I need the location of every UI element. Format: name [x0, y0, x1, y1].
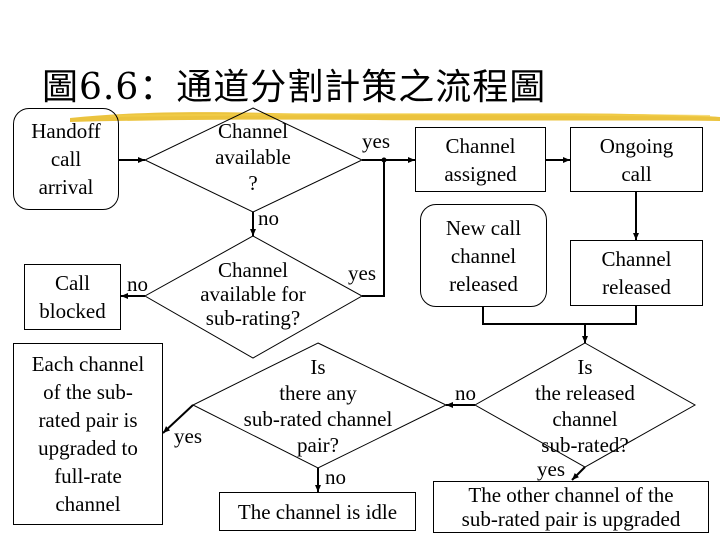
decision-text: Is [577, 355, 593, 379]
decision-text: available for [200, 282, 306, 306]
node-text: Each channel [31, 352, 145, 376]
node-text: released [449, 271, 518, 296]
call-blocked-node: Call blocked [24, 264, 121, 330]
edge-label-subrating-yes: yes [348, 261, 376, 285]
node-text: Call [54, 271, 90, 295]
edge-label-available-yes: yes [362, 129, 390, 153]
edge-label-any-subrated-no: no [325, 465, 346, 489]
decision-text: available [215, 145, 291, 169]
ongoing-call-node: Ongoing call [570, 127, 703, 192]
node-text: channel [55, 492, 121, 516]
node-text: sub-rated pair is upgraded [461, 507, 681, 531]
edge-label-available-no: no [258, 206, 279, 230]
node-text: The other channel of the [468, 483, 674, 507]
decision-text: Is [310, 355, 326, 379]
node-text: Channel [445, 133, 516, 158]
node-text: rated pair is [38, 408, 138, 432]
upgrade-subrated-pair-node: Each channel of the sub- rated pair is u… [13, 343, 163, 525]
node-text: blocked [39, 299, 106, 323]
node-text: Handoff [31, 119, 101, 143]
decision-text: the released [535, 381, 635, 405]
decision-text: pair? [297, 433, 339, 457]
node-text: channel [450, 243, 517, 268]
node-text: arrival [38, 175, 94, 199]
node-text: released [602, 275, 671, 299]
node-text: full-rate [54, 464, 122, 488]
decision-text: there any [279, 381, 357, 405]
decision-text: sub-rated channel [243, 407, 393, 431]
channel-released-node: Channel released [570, 240, 703, 306]
new-call-channel-released-node: New call channel released [420, 204, 547, 307]
edge-label-any-subrated-yes: yes [174, 424, 202, 448]
decision-available-text: Channel available ? [190, 118, 316, 196]
node-text: of the sub- [43, 380, 133, 404]
edge-label-subrating-no: no [127, 272, 148, 296]
node-text: Ongoing [599, 133, 674, 158]
edge-label-released-no: no [455, 381, 476, 405]
node-text: upgraded to [38, 436, 138, 460]
node-text: The channel is idle [237, 499, 398, 524]
decision-any-subrated-text: Is there any sub-rated channel pair? [228, 354, 408, 458]
node-text: New call [445, 215, 522, 240]
decision-text: sub-rated? [541, 433, 629, 457]
decision-text: sub-rating? [205, 306, 301, 330]
decision-text: Channel [218, 119, 288, 143]
edge-label-released-yes: yes [537, 457, 565, 481]
decision-subrating-text: Channel available for sub-rating? [183, 258, 323, 330]
channel-assigned-node: Channel assigned [415, 127, 546, 192]
node-text: call [50, 147, 82, 171]
decision-text: ? [248, 171, 258, 195]
decision-text: Channel [218, 258, 288, 282]
node-text: assigned [444, 161, 517, 186]
handoff-call-arrival-node: Handoff call arrival [13, 108, 119, 210]
other-channel-upgraded-node: The other channel of the sub-rated pair … [433, 481, 709, 533]
edge-released-merge [585, 305, 637, 325]
channel-idle-node: The channel is idle [219, 492, 416, 531]
node-text: call [621, 161, 652, 186]
decision-text: channel [552, 407, 618, 431]
edge-newcall-merge [482, 307, 585, 325]
decision-released-subrated-text: Is the released channel sub-rated? [505, 354, 665, 458]
edge-released-yes [571, 466, 586, 481]
node-text: Channel [601, 247, 672, 271]
